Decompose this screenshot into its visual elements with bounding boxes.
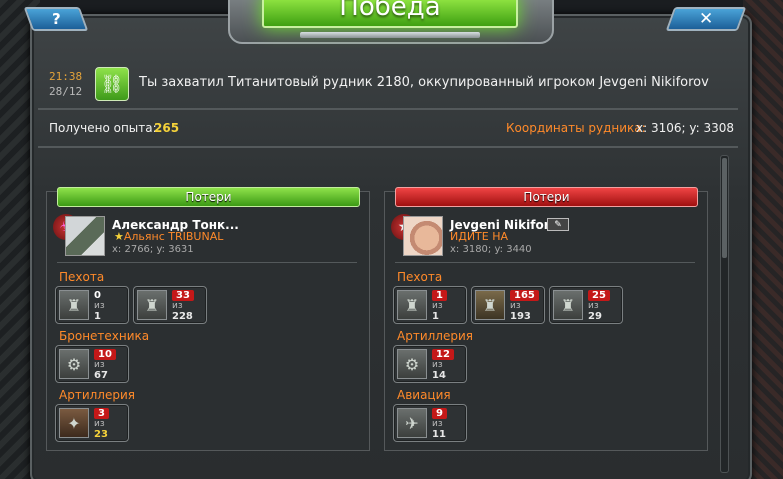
unit-card[interactable]: ♜ 25 из 29 [549,286,623,324]
unit-total: 193 [510,311,531,322]
unit-total: 11 [432,429,446,440]
unit-card[interactable]: ✈ 9 из 11 [393,404,467,442]
exp-label: Получено опыта: [49,121,157,135]
unit-of: из [432,301,443,311]
close-button[interactable]: ✕ [665,7,747,31]
category-label: Артиллерия [397,329,473,343]
defender-coords: x: 3180; y: 3440 [450,244,532,255]
title-banner: Победа [262,0,518,28]
divider [38,146,738,148]
unit-total: 14 [432,370,446,381]
divider [57,262,357,263]
mine-coordinates-link[interactable]: Координаты рудника: [506,121,646,135]
message-icon[interactable]: ✎ [547,218,569,231]
infantry-icon: ♜ [553,290,583,320]
artillery-icon: ✦ [59,408,89,438]
unit-of: из [94,360,105,370]
unit-total: 228 [172,311,193,322]
unit-of: из [172,301,183,311]
unit-total: 1 [94,311,101,322]
unit-lost: 9 [432,408,447,419]
category-label: Артиллерия [59,388,135,402]
message-time: 21:38 [49,70,83,83]
attacker-losses-header: Потери [57,187,360,207]
unit-card[interactable]: ✦ 3 из 23 [55,404,129,442]
exp-value: 265 [154,121,180,135]
star-icon: ★ [114,230,124,243]
unit-total: 1 [432,311,439,322]
category-label: Пехота [59,270,105,284]
goto-player-link[interactable]: ИДИТЕ НА [450,230,508,243]
defender-avatar[interactable] [403,216,443,256]
armored-vehicle-icon: ⚙ [59,349,89,379]
unit-card[interactable]: ⚙ 10 из 67 [55,345,129,383]
unit-card[interactable]: ♜ 165 из 193 [471,286,545,324]
message-date: 28/12 [49,85,83,98]
unit-of: из [432,419,443,429]
unit-card[interactable]: ♜ 33 из 228 [133,286,207,324]
mine-coordinates-value: x: 3106; y: 3308 [636,121,734,135]
attacker-avatar[interactable] [65,216,105,256]
unit-lost: 10 [94,349,116,360]
handcuffs-icon: ⛓ [95,67,129,101]
scrollbar[interactable] [720,155,729,473]
infantry-icon: ♜ [137,290,167,320]
unit-card[interactable]: ⚙ 12 из 14 [393,345,467,383]
divider [38,108,738,110]
unit-of: из [94,419,105,429]
infantry-icon: ♜ [397,290,427,320]
infantry-icon: ♜ [59,290,89,320]
category-label: Авиация [397,388,451,402]
dialog-title: Победа [339,0,441,22]
aircraft-icon: ✈ [397,408,427,438]
unit-of: из [432,360,443,370]
category-label: Бронетехника [59,329,150,343]
title-underline [300,32,480,38]
divider [395,262,695,263]
unit-lost: 33 [172,290,194,301]
unit-total: 29 [588,311,602,322]
unit-lost: 3 [94,408,109,419]
unit-lost: 165 [510,290,539,301]
help-icon: ? [51,10,61,28]
unit-lost: 25 [588,290,610,301]
unit-total: 67 [94,370,108,381]
close-icon: ✕ [698,9,714,29]
attacker-coords: x: 2766; y: 3631 [112,244,194,255]
category-label: Пехота [397,270,443,284]
infantry-icon: ♜ [475,290,505,320]
defender-losses-header: Потери [395,187,698,207]
unit-of: из [510,301,521,311]
help-button[interactable]: ? [23,7,89,31]
scrollbar-thumb[interactable] [722,158,727,258]
unit-of: из [588,301,599,311]
unit-card[interactable]: ♜ 0 из 1 [55,286,129,324]
attacker-alliance[interactable]: ★Альянс TRIBUNAL [114,230,223,243]
artillery-icon: ⚙ [397,349,427,379]
unit-lost: 1 [432,290,447,301]
unit-card[interactable]: ♜ 1 из 1 [393,286,467,324]
unit-lost: 0 [94,290,101,301]
unit-of: из [94,301,105,311]
unit-total: 23 [94,429,108,440]
message-text: Ты захватил Титанитовый рудник 2180, окк… [139,75,709,90]
unit-lost: 12 [432,349,454,360]
